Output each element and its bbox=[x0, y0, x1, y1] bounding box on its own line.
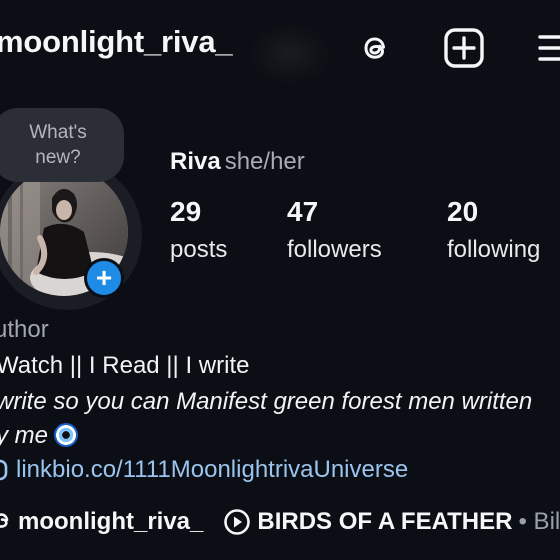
threads-icon[interactable] bbox=[354, 26, 398, 70]
bio-line-2: write so you can Manifest green forest m… bbox=[0, 388, 533, 415]
posts-count[interactable]: 29 bbox=[170, 196, 201, 228]
blurred-region bbox=[250, 24, 330, 84]
add-post-icon[interactable] bbox=[442, 26, 486, 70]
bio-line-3: y me bbox=[0, 422, 79, 450]
music-title: BIRDS OF A FEATHER bbox=[257, 508, 513, 535]
nazar-emoji-icon bbox=[54, 423, 79, 447]
threads-badge-row[interactable]: moonlight_riva_ BIRDS OF A FEATHER • Bil… bbox=[0, 508, 560, 536]
bio-link[interactable]: linkbio.co/1111MoonlightrivaUniverse bbox=[0, 456, 408, 484]
following-count[interactable]: 20 bbox=[447, 196, 478, 228]
add-story-button[interactable]: + bbox=[84, 258, 124, 298]
play-icon bbox=[224, 509, 251, 535]
link-icon bbox=[0, 459, 8, 481]
music-artist: • Bill bbox=[518, 508, 560, 535]
followers-label[interactable]: followers bbox=[287, 236, 382, 264]
threads-username[interactable]: moonlight_riva_ bbox=[18, 508, 203, 536]
following-label[interactable]: following bbox=[447, 236, 540, 264]
note-bubble-text: What's new? bbox=[29, 122, 87, 168]
profile-name: Riva she/her bbox=[170, 148, 305, 176]
display-name: Riva bbox=[170, 148, 221, 175]
note-bubble[interactable]: What's new? bbox=[0, 108, 124, 182]
bio-line-3-text: y me bbox=[0, 422, 49, 449]
plus-icon: + bbox=[95, 262, 113, 293]
bio-line-1: Watch || I Read || I write bbox=[0, 352, 250, 379]
followers-count[interactable]: 47 bbox=[287, 196, 318, 228]
bio-link-text[interactable]: linkbio.co/1111MoonlightrivaUniverse bbox=[16, 456, 408, 484]
profile-username[interactable]: moonlight_riva_ bbox=[0, 24, 233, 60]
profile-music[interactable]: BIRDS OF A FEATHER • Bill bbox=[223, 508, 560, 536]
profile-category: uthor bbox=[0, 316, 49, 343]
menu-icon[interactable] bbox=[530, 26, 560, 70]
pronouns: she/her bbox=[224, 148, 305, 175]
posts-label[interactable]: posts bbox=[170, 236, 227, 264]
threads-small-icon bbox=[0, 513, 9, 528]
